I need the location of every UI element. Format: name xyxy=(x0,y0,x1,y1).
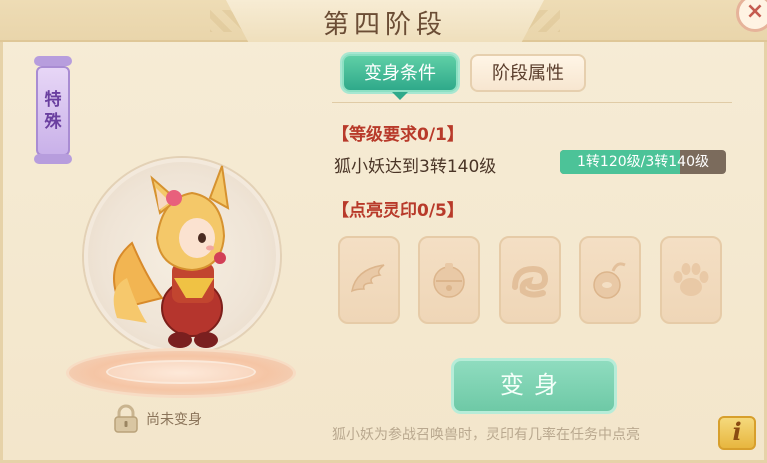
tag-ornament-top xyxy=(34,56,72,66)
tab-divider xyxy=(332,102,732,103)
transform-status: 尚未变身 xyxy=(112,404,252,434)
level-progress-bar: 1转120级/3转140级 xyxy=(560,150,726,174)
seal-slot-4[interactable] xyxy=(579,236,641,324)
pendant-icon xyxy=(593,262,626,299)
lock-icon xyxy=(114,404,138,433)
fox-pet-sprite[interactable] xyxy=(102,158,252,358)
lock-status-text: 尚未变身 xyxy=(146,412,202,428)
tag-ornament-bottom xyxy=(34,154,72,164)
seal-requirement-title: 【点亮灵印0/5】 xyxy=(332,201,464,221)
swirl-icon xyxy=(512,265,549,298)
active-tab-pointer xyxy=(392,92,408,100)
seal-slot-2[interactable] xyxy=(418,236,480,324)
seal-slot-5[interactable] xyxy=(660,236,722,324)
special-tag-char-2: 殊 xyxy=(44,112,62,132)
tab-stage-attributes[interactable]: 阶段属性 xyxy=(470,54,586,92)
seal-hint-text: 狐小妖为参战召唤兽时，灵印有几率在任务中点亮 xyxy=(332,427,640,443)
seal-slot-3[interactable] xyxy=(499,236,561,324)
seal-slot-1[interactable] xyxy=(338,236,400,324)
pet-display: 特 殊 尚未变身 xyxy=(12,48,322,458)
page-title: 第四阶段 xyxy=(322,10,447,40)
info-button[interactable]: i xyxy=(718,416,756,450)
wing-icon xyxy=(350,264,385,293)
pet-pedestal-ring xyxy=(106,360,256,384)
level-requirement-text: 狐小妖达到3转140级 xyxy=(334,157,497,177)
bell-icon xyxy=(433,263,465,298)
tab-transform-conditions[interactable]: 变身条件 xyxy=(342,54,458,92)
transform-button[interactable]: 变身 xyxy=(451,358,617,414)
level-progress-text: 1转120级/3转140级 xyxy=(577,154,709,170)
paw-icon xyxy=(673,263,709,296)
special-tag-char-1: 特 xyxy=(44,90,62,110)
special-tag: 特 殊 xyxy=(36,66,70,156)
level-requirement-title: 【等级要求0/1】 xyxy=(332,125,464,145)
